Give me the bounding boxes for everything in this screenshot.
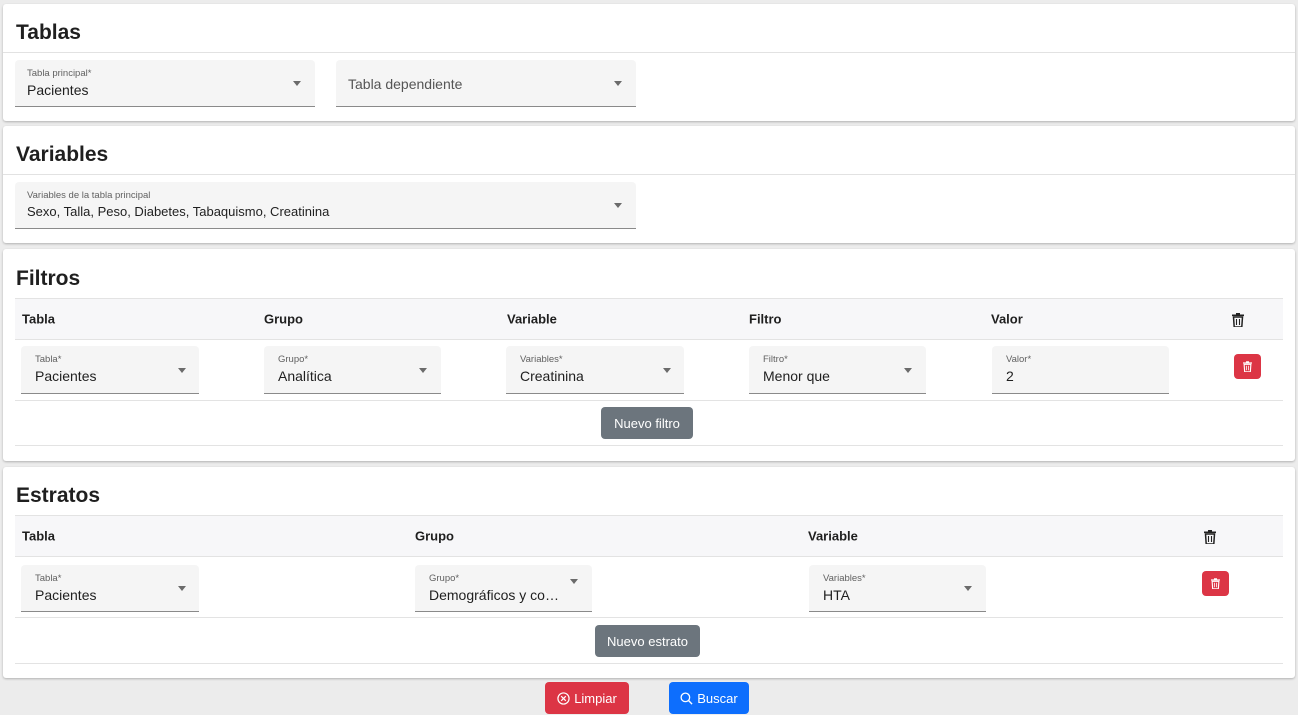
filtro-variable-select[interactable]: Variables* Creatinina [506, 346, 684, 394]
tabla-dependiente-placeholder: Tabla dependiente [348, 76, 463, 92]
header-variable: Variable [808, 528, 858, 544]
buscar-button[interactable]: Buscar [669, 682, 749, 714]
header-tabla: Tabla [22, 311, 55, 327]
filtro-filtro-select[interactable]: Filtro* Menor que [749, 346, 926, 394]
variables-title: Variables [16, 143, 109, 166]
chevron-down-icon [178, 367, 186, 373]
limpiar-button[interactable]: Limpiar [545, 682, 629, 714]
filtro-tabla-select[interactable]: Tabla* Pacientes [21, 346, 199, 394]
row-divider [15, 445, 1283, 446]
estratos-table-header: Tabla Grupo Variable [15, 515, 1283, 557]
chevron-down-icon [904, 367, 912, 373]
limpiar-label: Limpiar [574, 690, 617, 706]
tabla-principal-value: Pacientes [27, 82, 89, 98]
row-divider [15, 663, 1283, 664]
filtro-tabla-value: Pacientes [35, 368, 97, 384]
buscar-label: Buscar [697, 690, 738, 706]
variables-principal-label: Variables de la tabla principal [27, 190, 151, 201]
chevron-down-icon [293, 81, 301, 86]
estrato-variable-label: Variables* [823, 573, 866, 584]
estrato-tabla-select[interactable]: Tabla* Pacientes [21, 565, 199, 612]
tablas-title: Tablas [16, 21, 81, 44]
tablas-card: Tablas Tabla principal* Pacientes Tabla … [3, 4, 1295, 121]
divider [3, 52, 1295, 53]
filtro-grupo-label: Grupo* [278, 354, 309, 365]
filtro-tabla-label: Tabla* [35, 354, 62, 365]
tabla-principal-label: Tabla principal* [27, 68, 92, 79]
estrato-grupo-label: Grupo* [429, 573, 460, 584]
tabla-dependiente-select[interactable]: Tabla dependiente [336, 60, 636, 107]
estratos-card: Estratos Tabla Grupo Variable Tabla* Pac… [3, 467, 1295, 678]
row-divider [15, 617, 1283, 618]
chevron-down-icon [614, 81, 622, 86]
filtro-valor-value: 2 [1006, 368, 1014, 384]
search-icon [680, 691, 693, 705]
trash-icon[interactable] [1204, 530, 1216, 544]
trash-icon[interactable] [1232, 313, 1244, 327]
tabla-principal-select[interactable]: Tabla principal* Pacientes [15, 60, 315, 107]
chevron-down-icon [614, 203, 622, 208]
filtro-grupo-select[interactable]: Grupo* Analítica [264, 346, 441, 394]
estrato-variable-value: HTA [823, 587, 850, 603]
header-variable: Variable [507, 311, 557, 327]
filtro-grupo-value: Analítica [278, 368, 332, 384]
header-filtro: Filtro [749, 311, 782, 327]
estrato-variable-select[interactable]: Variables* HTA [809, 565, 986, 612]
chevron-down-icon [663, 367, 671, 373]
header-grupo: Grupo [415, 528, 454, 544]
nuevo-filtro-button[interactable]: Nuevo filtro [601, 407, 693, 439]
trash-icon [1211, 578, 1220, 589]
variables-principal-select[interactable]: Variables de la tabla principal Sexo, Ta… [15, 182, 636, 229]
variables-card: Variables Variables de la tabla principa… [3, 126, 1295, 243]
row-divider [15, 400, 1283, 401]
filtro-valor-label: Valor* [1006, 354, 1032, 365]
chevron-down-icon [178, 586, 186, 591]
filtros-table-header: Tabla Grupo Variable Filtro Valor [15, 298, 1283, 340]
chevron-down-icon [570, 579, 578, 584]
x-circle-icon [557, 691, 570, 705]
estrato-tabla-label: Tabla* [35, 573, 62, 584]
filtro-variable-label: Variables* [520, 354, 563, 365]
chevron-down-icon [419, 367, 427, 373]
filtro-filtro-label: Filtro* [763, 354, 788, 365]
filtro-filtro-value: Menor que [763, 368, 830, 384]
estrato-grupo-value: Demográficos y comorbilidades [429, 587, 569, 603]
delete-estrato-button[interactable] [1202, 571, 1229, 596]
chevron-down-icon [964, 586, 972, 591]
header-tabla: Tabla [22, 528, 55, 544]
trash-icon [1243, 361, 1252, 372]
estratos-title: Estratos [16, 484, 101, 507]
estrato-grupo-select[interactable]: Grupo* Demográficos y comorbilidades [415, 565, 592, 612]
divider [3, 174, 1295, 175]
filtro-variable-value: Creatinina [520, 368, 584, 384]
estrato-tabla-value: Pacientes [35, 587, 97, 603]
filtro-valor-input[interactable]: Valor* 2 [992, 346, 1169, 394]
filtros-card: Filtros Tabla Grupo Variable Filtro Valo… [3, 249, 1295, 461]
filtros-title: Filtros [16, 267, 81, 290]
delete-filtro-button[interactable] [1234, 354, 1261, 379]
nuevo-estrato-button[interactable]: Nuevo estrato [595, 625, 700, 657]
variables-principal-value: Sexo, Talla, Peso, Diabetes, Tabaquismo,… [27, 204, 330, 219]
header-grupo: Grupo [264, 311, 303, 327]
header-valor: Valor [991, 311, 1023, 327]
